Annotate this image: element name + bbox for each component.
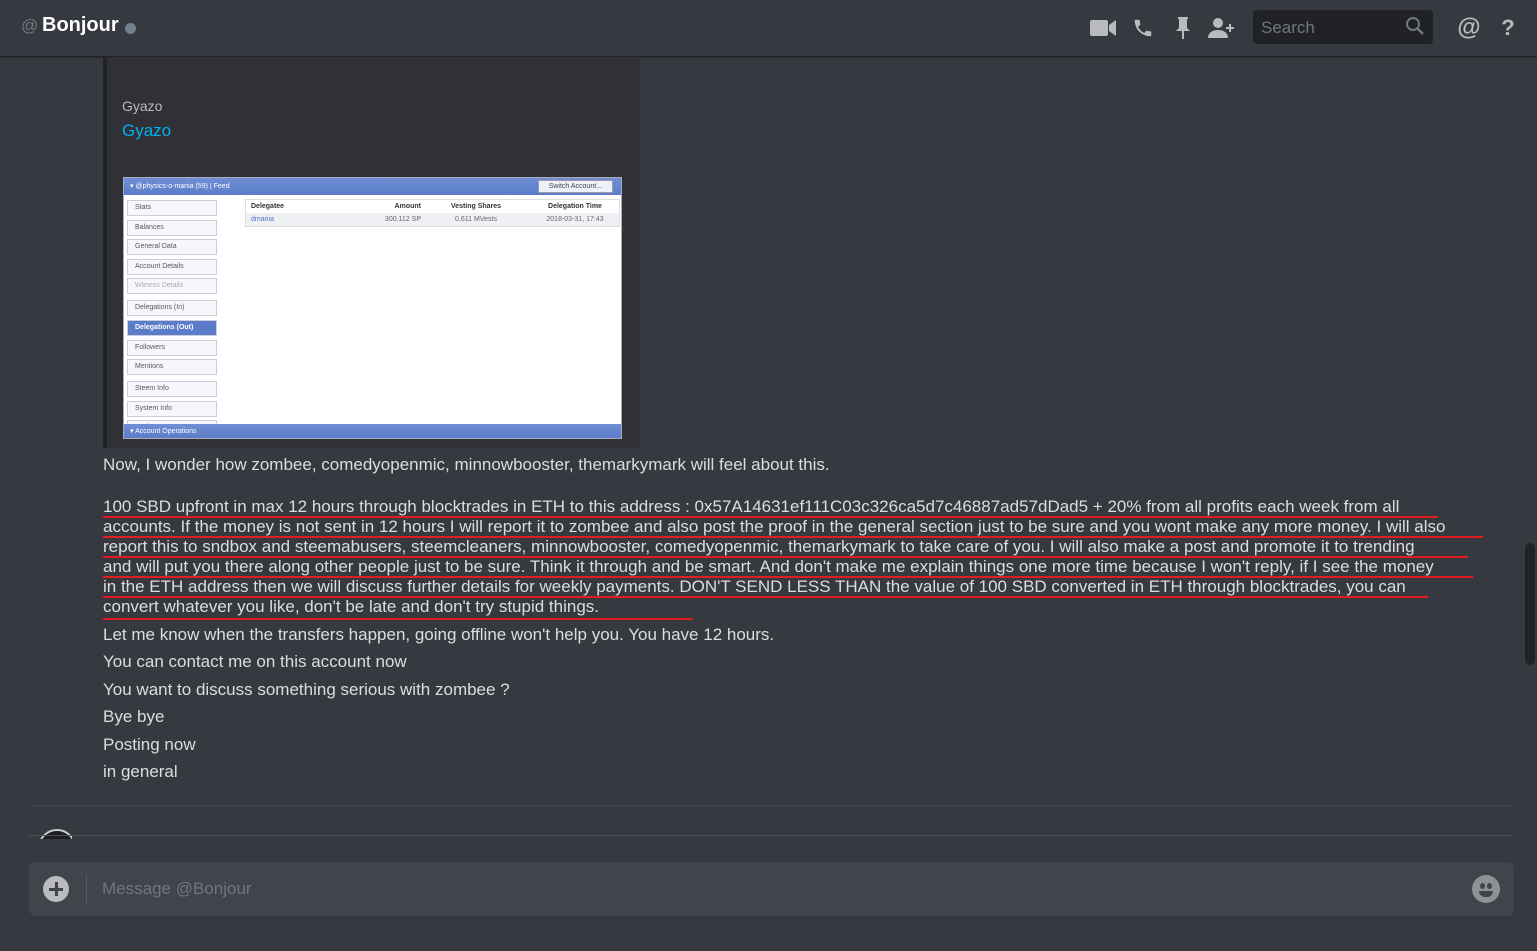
red-underline (103, 576, 1473, 578)
screenshot-sidebar-item: System Info (127, 400, 217, 417)
red-underline (103, 536, 1483, 538)
screenshot-operations-label: ▾ Account Operations (130, 428, 197, 435)
channel-header: @ Bonjour Search @ ? (0, 0, 1537, 57)
screenshot-sidebar-item: Balances (127, 219, 217, 236)
message-text: Let me know when the transfers happen, g… (103, 625, 775, 644)
scrollbar-thumb[interactable] (1525, 543, 1535, 665)
screenshot-switch-button: Switch Account... (537, 180, 613, 193)
message-paragraph-line: in the ETH address then we will discuss … (103, 577, 1406, 596)
table-header-cell: Amount (394, 203, 421, 210)
message-paragraph-line: convert whatever you like, don't be late… (103, 597, 600, 616)
screenshot-sidebar-item: Witness Details (127, 278, 217, 295)
dm-at-icon: @ (21, 16, 39, 35)
help-icon[interactable]: ? (1494, 14, 1522, 42)
screenshot-account-label: ▾ @physics-o-mania (59) | Feed (130, 183, 230, 190)
search-input[interactable]: Search (1253, 10, 1433, 44)
gyazo-embed: Gyazo Gyazo ▾ @physics-o-mania (59) | Fe… (103, 83, 640, 448)
table-header-cell: Delegatee (251, 203, 285, 210)
red-underline (103, 618, 693, 620)
message-text: in general (103, 762, 178, 781)
message-input[interactable]: Message @Bonjour (102, 879, 252, 899)
message-paragraph-line: report this to sndbox and steemabusers, … (103, 537, 1415, 556)
composer-divider (86, 874, 87, 904)
screenshot-top-bar: ▾ @physics-o-mania (59) | Feed Switch Ac… (124, 178, 621, 195)
table-header-cell: Delegation Time (548, 203, 602, 210)
message-list: Gyazo Gyazo ▾ @physics-o-mania (59) | Fe… (0, 57, 1537, 847)
message-paragraph-line: and will put you there along other peopl… (103, 557, 1434, 576)
channel-title: Bonjour (42, 14, 119, 36)
red-underline (103, 596, 1428, 598)
screenshot-sidebar-item: Delegations (Out) (127, 319, 217, 336)
message-paragraph-line: 100 SBD upfront in max 12 hours through … (103, 497, 1400, 516)
screenshot-sidebar-item: General Data (127, 239, 217, 256)
avatar[interactable] (38, 829, 72, 839)
video-call-icon[interactable] (1089, 14, 1117, 42)
screenshot-sidebar-item: Followers (127, 339, 217, 356)
table-cell: 300.112 SP (384, 216, 421, 223)
message-text: Posting now (103, 735, 196, 754)
table-header-cell: Vesting Shares (450, 203, 502, 210)
screenshot-bottom-bar: ▾ Account Operations (124, 424, 621, 438)
upload-plus-icon[interactable] (43, 876, 69, 902)
message-text: Now, I wonder how zombee, comedyopenmic,… (103, 455, 830, 474)
table-cell: 2018-03-31, 17:43 (546, 216, 604, 223)
red-underline (103, 556, 1468, 558)
emoji-picker-icon[interactable] (1472, 875, 1500, 903)
search-icon (1405, 16, 1425, 41)
embed-provider: Gyazo (122, 98, 163, 114)
screenshot-sidebar-item: Delegations (In) (127, 300, 217, 317)
screenshot-sidebar-item: Account Details (127, 258, 217, 275)
screenshot-table-row: dmania 300.112 SP 0.611 MVests 2018-03-3… (246, 213, 619, 226)
message-text: You want to discuss something serious wi… (103, 680, 510, 699)
screenshot-sidebar-item: Steem Info (127, 381, 217, 398)
status-indicator (125, 23, 136, 34)
table-cell: dmania (251, 216, 274, 223)
search-placeholder: Search (1261, 18, 1315, 37)
scroll-edge (28, 835, 1513, 836)
embed-title-link[interactable]: Gyazo (122, 121, 171, 141)
add-friend-icon[interactable] (1208, 14, 1236, 42)
pin-icon[interactable] (1169, 14, 1197, 42)
screenshot-table-header: Delegatee Amount Vesting Shares Delegati… (246, 200, 619, 213)
message-paragraph-line: accounts. If the money is not sent in 12… (103, 517, 1446, 536)
screenshot-delegation-table: Delegatee Amount Vesting Shares Delegati… (245, 199, 620, 227)
message-text: Bye bye (103, 707, 165, 726)
message-composer[interactable]: Message @Bonjour (29, 862, 1514, 916)
message-divider (28, 805, 1513, 806)
table-cell: 0.611 MVests (455, 216, 497, 223)
embed-image[interactable]: ▾ @physics-o-mania (59) | Feed Switch Ac… (123, 177, 622, 439)
red-underline (103, 516, 1438, 518)
screenshot-sidebar-item: Stats (127, 200, 217, 216)
screenshot-sidebar-item: Mentions (127, 359, 217, 376)
message-text: You can contact me on this account now (103, 652, 407, 671)
screenshot-sidebar: Stats Balances General Data Account Deta… (127, 200, 217, 440)
mentions-icon[interactable]: @ (1455, 14, 1483, 42)
voice-call-icon[interactable] (1129, 14, 1157, 42)
